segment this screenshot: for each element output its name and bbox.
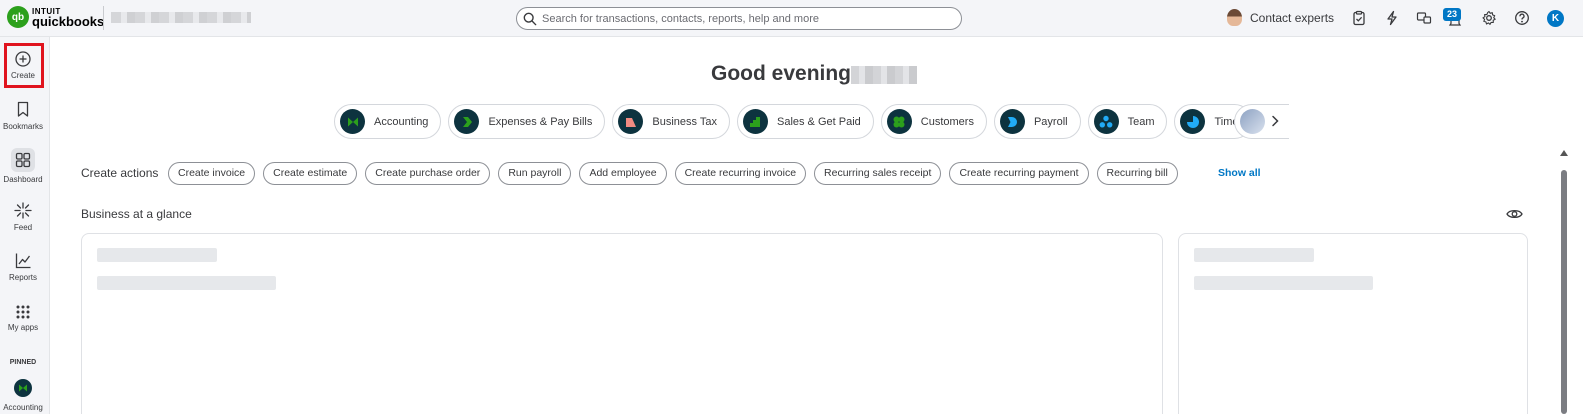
notification-count-badge: 23 [1443, 8, 1461, 21]
sidebar-label-dashboard: Dashboard [3, 175, 43, 184]
sidebar-label-reports: Reports [8, 273, 37, 282]
loading-placeholder [1194, 276, 1373, 290]
add-employee-button[interactable]: Add employee [579, 162, 667, 185]
team-icon [1093, 109, 1119, 134]
scroll-up-arrow-icon[interactable] [1560, 150, 1568, 156]
category-label: Sales & Get Paid [776, 115, 861, 128]
category-label: Customers [920, 115, 974, 128]
category-team[interactable]: Team [1087, 104, 1168, 139]
loading-placeholder [1194, 248, 1314, 262]
help-icon[interactable] [1514, 10, 1530, 26]
page-scrollbar[interactable] [1560, 150, 1568, 414]
create-recurring-invoice-button[interactable]: Create recurring invoice [674, 162, 807, 185]
create-actions-row: Create invoice Create estimate Create pu… [168, 162, 1178, 185]
sidebar-label-feed: Feed [13, 223, 33, 232]
lightning-icon[interactable] [1384, 10, 1400, 26]
category-label: Expenses & Pay Bills [488, 115, 593, 128]
more-category-icon [1240, 109, 1265, 134]
apps-switch-icon[interactable] [1416, 10, 1432, 26]
category-payroll[interactable]: Payroll [993, 104, 1081, 139]
sidebar-item-reports[interactable]: Reports [0, 252, 46, 282]
reports-icon [15, 253, 30, 269]
create-estimate-button[interactable]: Create estimate [263, 162, 358, 185]
create-actions-label: Create actions [81, 166, 159, 180]
category-sales[interactable]: Sales & Get Paid [736, 104, 874, 139]
sidebar-item-my-apps[interactable]: My apps [0, 305, 46, 332]
loading-placeholder [97, 248, 217, 262]
sidebar-item-feed[interactable]: Feed [0, 202, 46, 232]
search-input[interactable] [542, 12, 942, 25]
sidebar-item-create[interactable]: Create [0, 51, 46, 80]
sidebar-item-dashboard[interactable]: Dashboard [0, 148, 46, 184]
sidebar-label-my-apps: My apps [7, 323, 39, 332]
category-tabs: Accounting Expenses & Pay Bills Business… [334, 104, 1252, 139]
pinned-heading: PINNED [9, 359, 37, 366]
greeting-heading: Good evening [711, 62, 852, 85]
qb-logo-icon: qb [7, 6, 29, 28]
category-label: Business Tax [652, 115, 717, 128]
loading-placeholder [97, 276, 276, 290]
customers-icon [886, 109, 912, 134]
logo-line2: quickbooks [32, 14, 105, 29]
category-accounting[interactable]: Accounting [334, 104, 442, 139]
sidebar-label-create: Create [10, 71, 35, 80]
dashboard-icon [15, 152, 31, 168]
category-customers[interactable]: Customers [880, 104, 987, 139]
company-name-redacted[interactable] [111, 12, 251, 23]
time-icon [1180, 109, 1206, 134]
user-name-redacted [851, 66, 917, 84]
category-label: Team [1127, 115, 1155, 128]
create-recurring-payment-button[interactable]: Create recurring payment [949, 162, 1089, 185]
expenses-icon [454, 109, 480, 134]
contact-experts-button[interactable]: Contact experts [1227, 9, 1334, 26]
recurring-sales-receipt-button[interactable]: Recurring sales receipt [814, 162, 942, 185]
glance-card-side [1178, 233, 1528, 414]
scroll-thumb[interactable] [1561, 170, 1567, 414]
sidebar-label-bookmarks: Bookmarks [2, 122, 43, 131]
eye-icon[interactable] [1506, 207, 1523, 221]
chevron-right-icon[interactable] [1268, 114, 1282, 128]
bookmark-icon [17, 101, 29, 117]
create-purchase-order-button[interactable]: Create purchase order [365, 162, 491, 185]
category-label: Accounting [374, 115, 429, 128]
tasks-icon[interactable] [1351, 10, 1367, 26]
category-expenses[interactable]: Expenses & Pay Bills [448, 104, 606, 139]
grid-icon [16, 305, 30, 319]
accounting-icon [340, 109, 365, 134]
logo-divider [103, 6, 104, 30]
contact-experts-label: Contact experts [1250, 10, 1335, 25]
payroll-icon [999, 109, 1025, 134]
gear-icon[interactable] [1481, 10, 1497, 26]
dashboard-icon-bg [11, 148, 35, 172]
user-avatar[interactable]: K [1547, 10, 1564, 27]
category-business-tax[interactable]: Business Tax [612, 104, 730, 139]
top-bar: qb INTUIT quickbooks Contact experts 23 [0, 0, 1583, 37]
feed-icon [14, 202, 32, 219]
left-sidebar: Create Bookmarks Dashboard Feed Reports … [0, 37, 50, 414]
show-all-link[interactable]: Show all [1218, 167, 1261, 179]
category-label: Payroll [1033, 115, 1068, 128]
glance-card-main [81, 233, 1163, 414]
pinned-accounting-icon[interactable] [14, 379, 32, 397]
expert-avatar [1227, 9, 1242, 26]
sales-icon [742, 109, 768, 134]
global-search[interactable] [516, 7, 962, 30]
plus-circle-icon [15, 51, 31, 67]
pinned-accounting-label[interactable]: Accounting [0, 403, 46, 412]
quickbooks-logo[interactable]: qb INTUIT quickbooks [7, 6, 104, 28]
business-at-a-glance-title: Business at a glance [81, 207, 192, 221]
recurring-bill-button[interactable]: Recurring bill [1096, 162, 1178, 185]
sidebar-item-bookmarks[interactable]: Bookmarks [0, 101, 46, 131]
create-invoice-button[interactable]: Create invoice [168, 162, 256, 185]
search-icon [523, 12, 537, 25]
run-payroll-button[interactable]: Run payroll [498, 162, 572, 185]
business-tax-icon [618, 109, 644, 134]
